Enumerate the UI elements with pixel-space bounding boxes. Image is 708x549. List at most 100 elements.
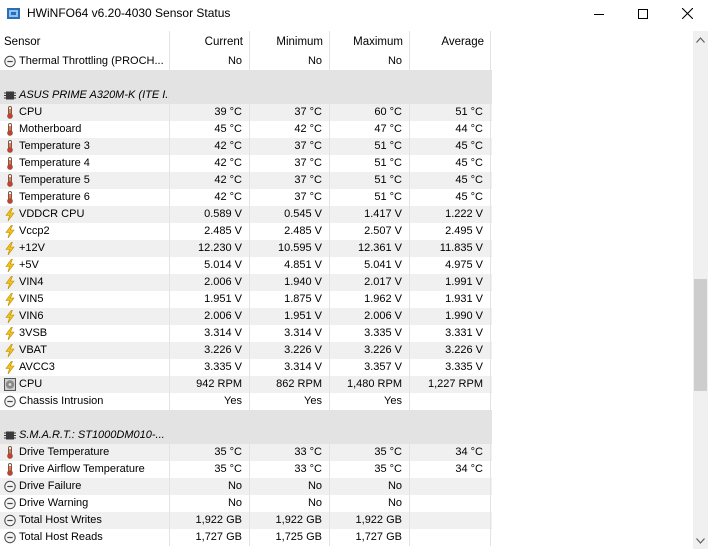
clock-icon <box>4 55 16 68</box>
minimum-value: No <box>250 495 330 512</box>
thermometer-icon <box>7 191 13 204</box>
column-header-maximum[interactable]: Maximum <box>330 31 410 53</box>
chevron-up-icon <box>696 36 705 43</box>
minimum-value: 2.485 V <box>250 223 330 240</box>
sensor-row[interactable]: VIN4 2.006 V 1.940 V 2.017 V 1.991 V <box>0 274 492 291</box>
sensor-name-cell: Chassis Intrusion <box>0 393 170 410</box>
maximize-icon <box>638 8 648 19</box>
minimum-value: 1,922 GB <box>250 512 330 529</box>
maximum-value: 5.041 V <box>330 257 410 274</box>
sensor-row[interactable]: +12V 12.230 V 10.595 V 12.361 V 11.835 V <box>0 240 492 257</box>
sensor-row[interactable]: Thermal Throttling (PROCH... No No No <box>0 53 492 70</box>
minimum-value: 3.314 V <box>250 325 330 342</box>
sensor-row[interactable]: 3VSB 3.314 V 3.314 V 3.335 V 3.331 V <box>0 325 492 342</box>
sensor-row[interactable]: Drive Temperature 35 °C 33 °C 35 °C 34 °C <box>0 444 492 461</box>
sensor-label: +12V <box>19 242 45 254</box>
sensor-row[interactable]: VBAT 3.226 V 3.226 V 3.226 V 3.226 V <box>0 342 492 359</box>
sensor-row[interactable]: Total Host Reads 1,727 GB 1,725 GB 1,727 GB <box>0 529 492 546</box>
current-value <box>170 70 250 87</box>
column-header-minimum[interactable]: Minimum <box>250 31 330 53</box>
voltage-icon <box>5 310 15 323</box>
column-header-current[interactable]: Current <box>170 31 250 53</box>
sensor-list[interactable]: Sensor Current Minimum Maximum Average T… <box>0 31 692 549</box>
sensor-row[interactable]: Temperature 3 42 °C 37 °C 51 °C 45 °C <box>0 138 492 155</box>
minimize-button[interactable] <box>576 0 622 27</box>
sensor-row[interactable]: Chassis Intrusion Yes Yes Yes <box>0 393 492 410</box>
sensor-label: Drive Failure <box>19 480 82 492</box>
close-button[interactable] <box>664 0 708 27</box>
maximum-value: 2.006 V <box>330 308 410 325</box>
sensor-row[interactable]: VIN5 1.951 V 1.875 V 1.962 V 1.931 V <box>0 291 492 308</box>
sensor-name-cell: Temperature 5 <box>0 172 170 189</box>
scroll-down-button[interactable] <box>693 532 708 549</box>
thermometer-icon <box>7 157 13 170</box>
column-header-average[interactable]: Average <box>410 31 491 53</box>
sensor-label: 3VSB <box>19 327 48 339</box>
average-value: 11.835 V <box>410 240 491 257</box>
average-value <box>410 427 491 444</box>
sensor-row[interactable]: Vccp2 2.485 V 2.485 V 2.507 V 2.495 V <box>0 223 492 240</box>
clock-icon <box>4 514 16 527</box>
sensor-row[interactable]: Motherboard 45 °C 42 °C 47 °C 44 °C <box>0 121 492 138</box>
sensor-group-row[interactable]: S.M.A.R.T.: ST1000DM010-... <box>0 427 492 444</box>
sensor-name-cell: 3VSB <box>0 325 170 342</box>
average-value: 3.226 V <box>410 342 491 359</box>
sensor-row[interactable]: VIN6 2.006 V 1.951 V 2.006 V 1.990 V <box>0 308 492 325</box>
voltage-icon <box>5 361 15 374</box>
thermometer-icon <box>7 446 13 459</box>
maximize-button[interactable] <box>620 0 666 27</box>
thermometer-icon <box>7 140 13 153</box>
minimize-icon <box>594 13 604 15</box>
hwinfo-app-icon <box>7 8 20 19</box>
average-value: 4.975 V <box>410 257 491 274</box>
sensor-row[interactable]: VDDCR CPU 0.589 V 0.545 V 1.417 V 1.222 V <box>0 206 492 223</box>
minimum-value: 4.851 V <box>250 257 330 274</box>
voltage-icon <box>5 225 15 238</box>
sensor-row[interactable]: Drive Warning No No No <box>0 495 492 512</box>
sensor-row[interactable]: CPU 942 RPM 862 RPM 1,480 RPM 1,227 RPM <box>0 376 492 393</box>
group-label: ASUS PRIME A320M-K (ITE I... <box>19 89 170 101</box>
sensor-group-row[interactable]: ASUS PRIME A320M-K (ITE I... <box>0 87 492 104</box>
vertical-scrollbar[interactable] <box>693 31 708 549</box>
average-value: 34 °C <box>410 444 491 461</box>
average-value: 45 °C <box>410 155 491 172</box>
sensor-row[interactable]: AVCC3 3.335 V 3.314 V 3.357 V 3.335 V <box>0 359 492 376</box>
average-value: 44 °C <box>410 121 491 138</box>
maximum-value <box>330 70 410 87</box>
sensor-row[interactable]: Temperature 4 42 °C 37 °C 51 °C 45 °C <box>0 155 492 172</box>
sensor-row[interactable]: +5V 5.014 V 4.851 V 5.041 V 4.975 V <box>0 257 492 274</box>
sensor-label: Temperature 5 <box>19 174 90 186</box>
column-header-sensor[interactable]: Sensor <box>0 31 170 53</box>
minimum-value: No <box>250 53 330 70</box>
sensor-row[interactable]: Total Host Writes 1,922 GB 1,922 GB 1,922 G… <box>0 512 492 529</box>
sensor-row[interactable]: Drive Failure No No No <box>0 478 492 495</box>
maximum-value <box>330 427 410 444</box>
sensor-row[interactable]: Drive Airflow Temperature 35 °C 33 °C 35 °C… <box>0 461 492 478</box>
current-value: 35 °C <box>170 444 250 461</box>
thermometer-icon <box>7 106 13 119</box>
sensor-row[interactable]: CPU 39 °C 37 °C 60 °C 51 °C <box>0 104 492 121</box>
scroll-thumb[interactable] <box>694 279 707 391</box>
voltage-icon <box>5 344 15 357</box>
current-value: 1,727 GB <box>170 529 250 546</box>
sensor-row[interactable]: Temperature 6 42 °C 37 °C 51 °C 45 °C <box>0 189 492 206</box>
average-value: 1.991 V <box>410 274 491 291</box>
maximum-value <box>330 410 410 427</box>
sensor-name-cell: Motherboard <box>0 121 170 138</box>
average-value <box>410 87 491 104</box>
sensor-name-cell: Temperature 6 <box>0 189 170 206</box>
sensor-label: Temperature 4 <box>19 157 90 169</box>
current-value: 3.226 V <box>170 342 250 359</box>
maximum-value: 35 °C <box>330 461 410 478</box>
sensor-name-cell: VIN4 <box>0 274 170 291</box>
current-value: No <box>170 53 250 70</box>
sensor-name-cell: CPU <box>0 376 170 393</box>
scroll-up-button[interactable] <box>693 31 708 48</box>
minimum-value: 1,725 GB <box>250 529 330 546</box>
current-value: 3.314 V <box>170 325 250 342</box>
maximum-value: 3.357 V <box>330 359 410 376</box>
average-value: 34 °C <box>410 461 491 478</box>
minimum-value: 37 °C <box>250 189 330 206</box>
sensor-row[interactable]: Temperature 5 42 °C 37 °C 51 °C 45 °C <box>0 172 492 189</box>
maximum-value: Yes <box>330 393 410 410</box>
